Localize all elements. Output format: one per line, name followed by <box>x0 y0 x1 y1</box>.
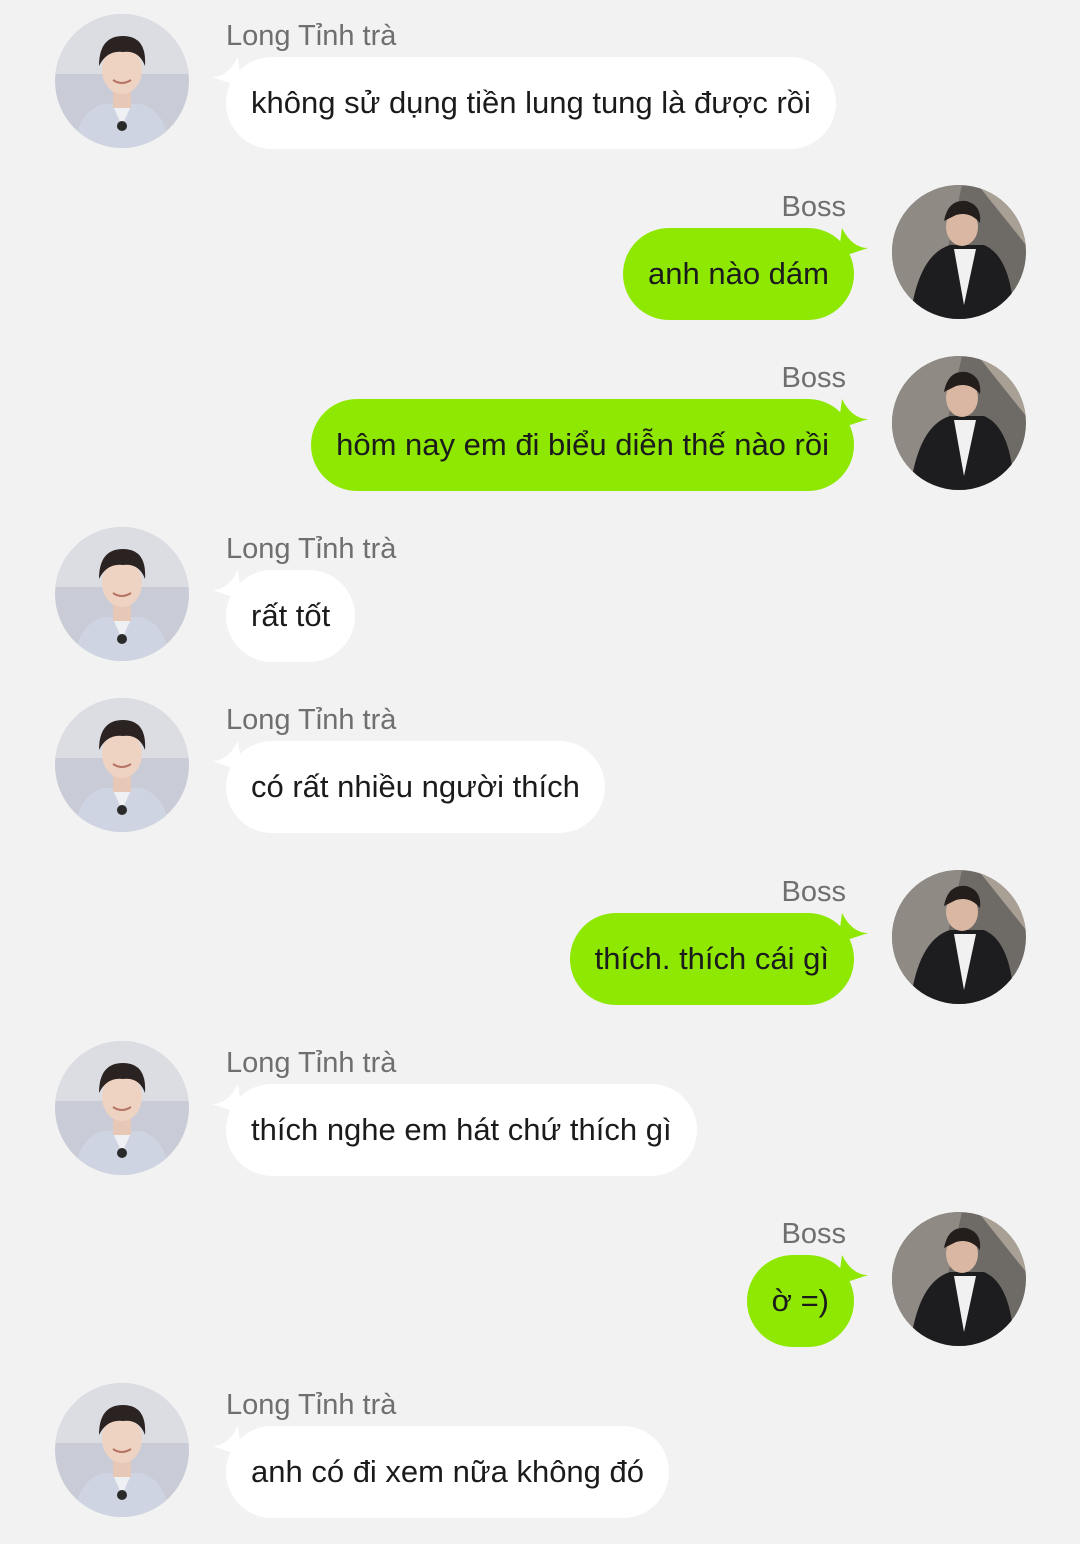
avatar-long-tinh-tra[interactable] <box>55 698 189 832</box>
message-row: Long Tỉnh trà anh có đi xem nữa không đó <box>0 1383 1080 1523</box>
message-bubble-incoming[interactable]: rất tốt <box>226 570 356 662</box>
message-row: Boss hôm nay em đi biểu diễn thế nào rồi <box>0 356 1080 496</box>
message-row: Long Tỉnh trà có rất nhiều người thích <box>0 698 1080 838</box>
message-bubble-incoming[interactable]: anh có đi xem nữa không đó <box>226 1426 670 1518</box>
sender-name: Long Tỉnh trà <box>226 533 397 565</box>
avatar-boss[interactable] <box>892 185 1026 319</box>
avatar-boss[interactable] <box>892 1212 1026 1346</box>
message-row: Boss ờ =) <box>0 1212 1080 1352</box>
sender-name: Boss <box>781 362 846 394</box>
avatar-long-tinh-tra[interactable] <box>55 1383 189 1517</box>
message-bubble-incoming[interactable]: có rất nhiều người thích <box>226 741 605 833</box>
sender-name: Long Tỉnh trà <box>226 704 397 736</box>
message-bubble-outgoing[interactable]: thích. thích cái gì <box>569 913 854 1005</box>
sender-name: Long Tỉnh trà <box>226 1047 397 1079</box>
message-bubble-incoming[interactable]: không sử dụng tiền lung tung là được rồi <box>226 57 836 149</box>
message-bubble-outgoing[interactable]: hôm nay em đi biểu diễn thế nào rồi <box>311 399 854 491</box>
message-row: Long Tỉnh trà không sử dụng tiền lung tu… <box>0 14 1080 154</box>
sender-name: Long Tỉnh trà <box>226 20 397 52</box>
message-row: Long Tỉnh trà rất tốt <box>0 527 1080 667</box>
sender-name: Boss <box>781 876 846 908</box>
chat-thread: Long Tỉnh trà không sử dụng tiền lung tu… <box>0 0 1080 1544</box>
sender-name: Long Tỉnh trà <box>226 1389 397 1421</box>
avatar-long-tinh-tra[interactable] <box>55 527 189 661</box>
avatar-long-tinh-tra[interactable] <box>55 1041 189 1175</box>
message-row: Boss anh nào dám <box>0 185 1080 325</box>
message-row: Long Tỉnh trà thích nghe em hát chứ thíc… <box>0 1041 1080 1181</box>
message-row: Boss thích. thích cái gì <box>0 870 1080 1010</box>
avatar-long-tinh-tra[interactable] <box>55 14 189 148</box>
sender-name: Boss <box>781 1218 846 1250</box>
avatar-boss[interactable] <box>892 356 1026 490</box>
avatar-boss[interactable] <box>892 870 1026 1004</box>
message-bubble-outgoing[interactable]: anh nào dám <box>623 228 854 320</box>
message-bubble-incoming[interactable]: thích nghe em hát chứ thích gì <box>226 1084 697 1176</box>
message-bubble-outgoing[interactable]: ờ =) <box>746 1255 854 1347</box>
sender-name: Boss <box>781 191 846 223</box>
